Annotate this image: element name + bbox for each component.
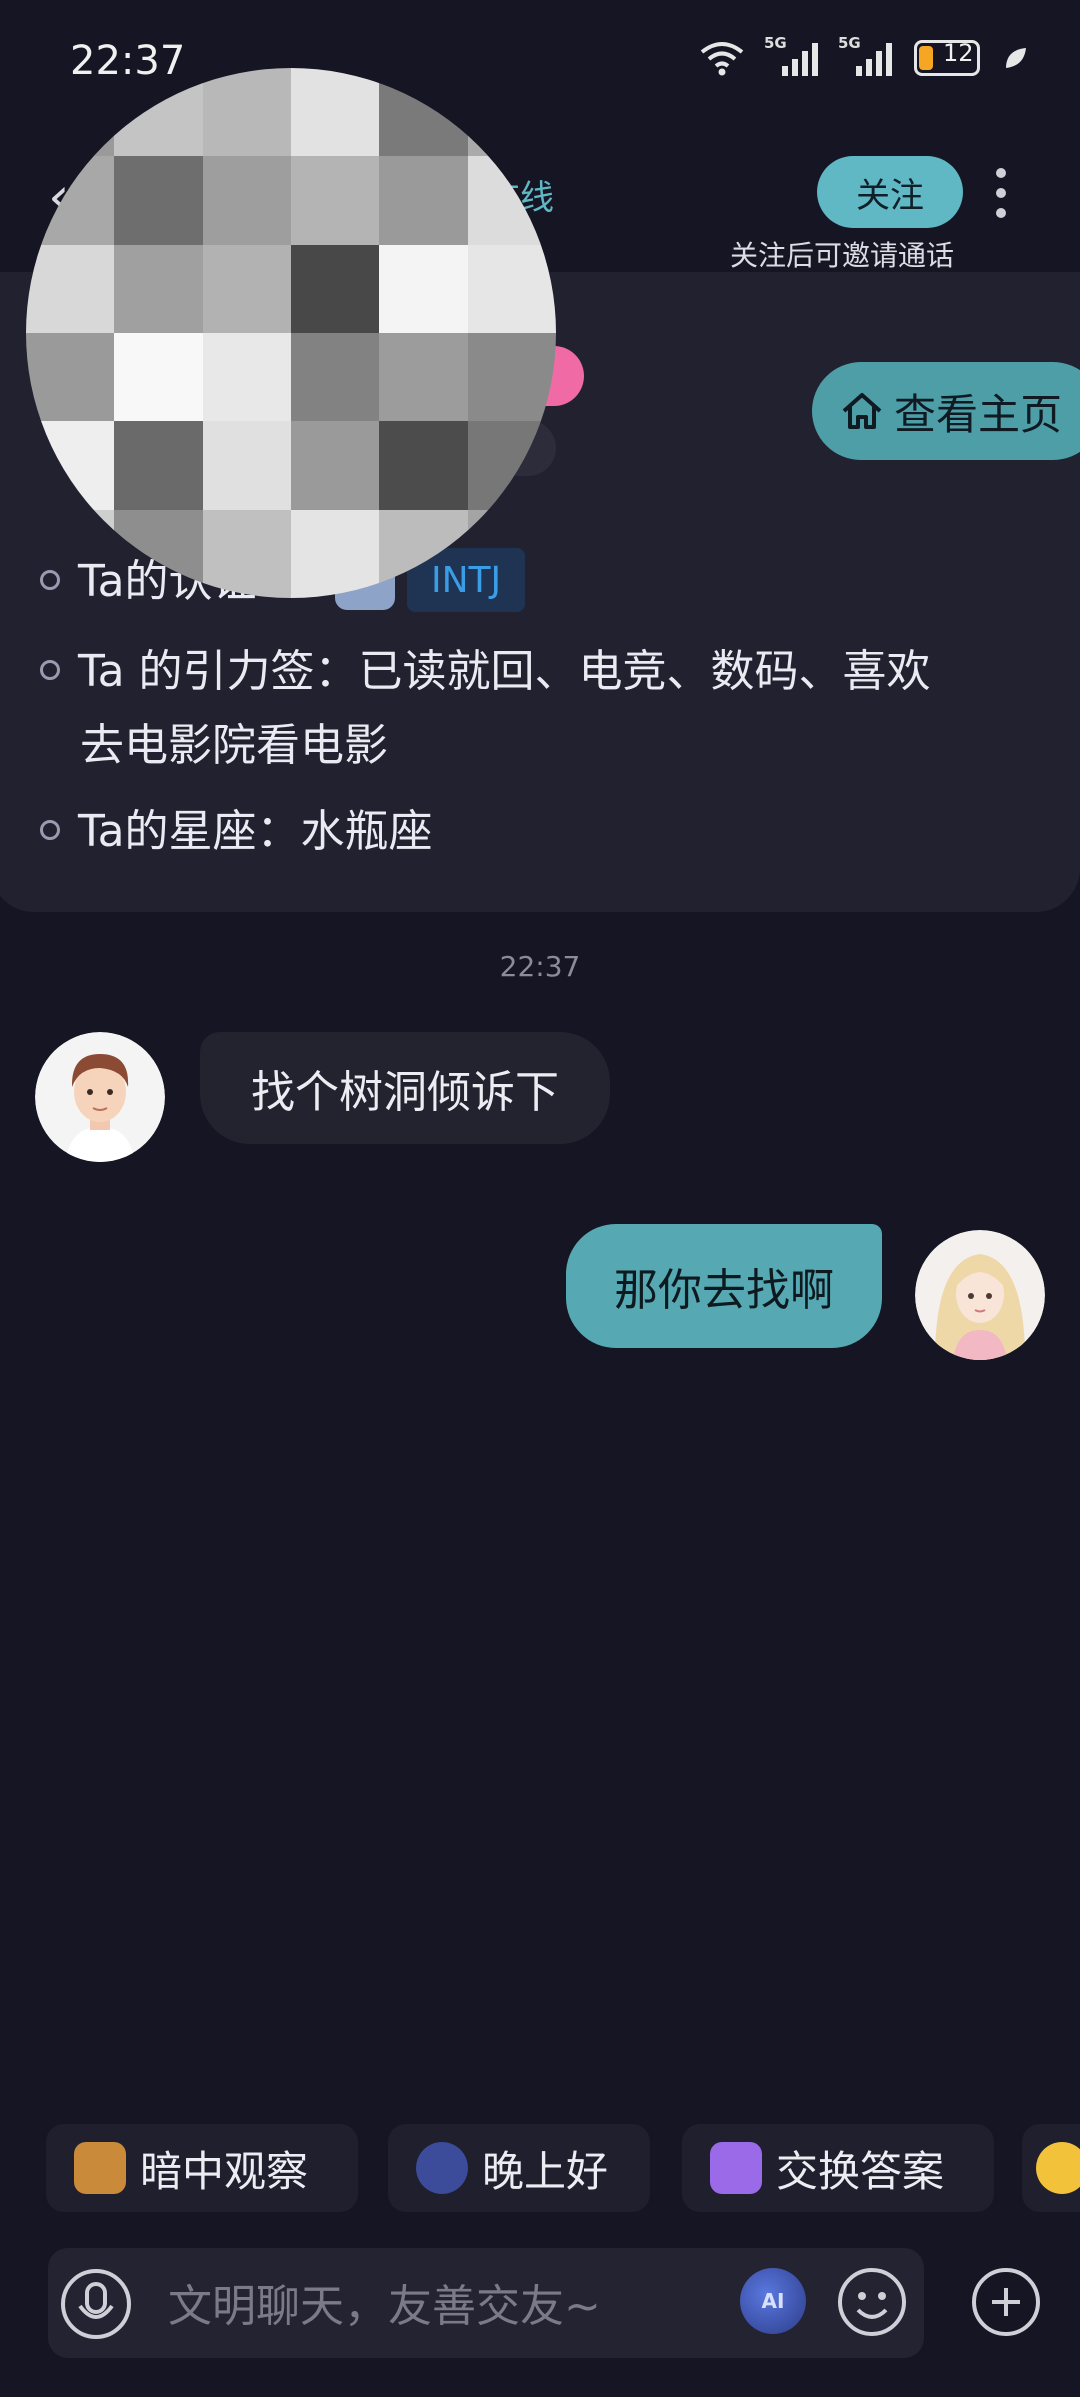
add-icon[interactable] — [970, 2266, 1042, 2338]
message-bubble-outgoing[interactable]: 那你去找啊 — [566, 1224, 882, 1348]
message-input[interactable] — [166, 2270, 730, 2342]
follow-button[interactable]: 关注 — [817, 156, 963, 228]
quick-reply-more[interactable] — [1022, 2124, 1080, 2212]
dog-icon — [74, 2142, 126, 2194]
status-icons: 5G 5G 12 — [700, 34, 1030, 76]
quick-reply-exchange-answers[interactable]: 交换答案 — [682, 2124, 994, 2212]
pixelated-avatar[interactable] — [26, 68, 556, 598]
leaf-icon — [1006, 48, 1026, 68]
message-timestamp: 22:37 — [499, 950, 581, 983]
wifi-icon — [700, 42, 744, 76]
more-icon[interactable] — [996, 168, 1008, 218]
view-homepage-button[interactable]: 查看主页 — [812, 362, 1080, 460]
profile-tags: Ta 的引力签：已读就回、电竞、数码、喜欢 去电影院看电影 — [40, 635, 1040, 783]
moon-icon — [416, 2142, 468, 2194]
emoji-face-icon — [1036, 2142, 1080, 2194]
signal-icon: 5G — [764, 34, 818, 76]
bullet-icon — [40, 660, 60, 680]
battery-icon: 12 — [914, 39, 980, 76]
status-bar: 22:37 5G 5G 12 — [0, 0, 1080, 110]
profile-zodiac: Ta的星座：水瓶座 — [40, 795, 1040, 869]
avatar[interactable] — [915, 1230, 1045, 1360]
bullet-icon — [40, 570, 60, 590]
follow-hint: 关注后可邀请通话 — [730, 239, 955, 272]
avatar[interactable] — [35, 1032, 165, 1162]
exchange-icon — [710, 2142, 762, 2194]
status-time: 22:37 — [70, 38, 186, 84]
emoji-icon[interactable] — [836, 2266, 908, 2338]
view-homepage-label: 查看主页 — [894, 389, 1063, 439]
ai-assistant-icon[interactable]: AI — [740, 2268, 806, 2334]
signal-icon: 5G — [838, 34, 892, 76]
voice-icon[interactable] — [60, 2268, 132, 2340]
quick-reply-good-evening[interactable]: 晚上好 — [388, 2124, 650, 2212]
quick-reply-observe[interactable]: 暗中观察 — [46, 2124, 358, 2212]
home-icon — [842, 393, 882, 429]
message-bubble-incoming[interactable]: 找个树洞倾诉下 — [200, 1032, 610, 1144]
bullet-icon — [40, 820, 60, 840]
